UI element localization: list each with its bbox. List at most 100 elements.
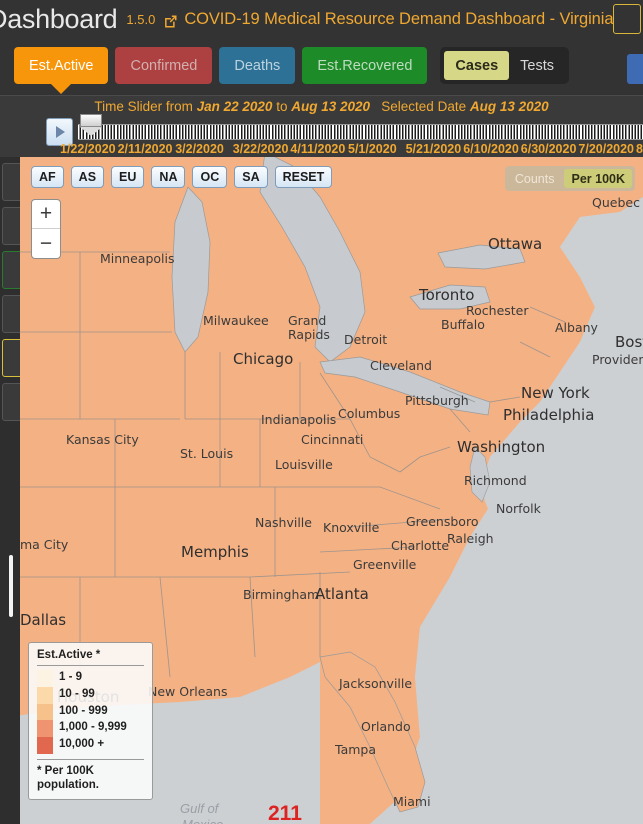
- slider-tick-label: 1/22/2020: [60, 141, 116, 156]
- map-city-label: Miami: [393, 794, 431, 809]
- map-city-label: Washington: [457, 438, 546, 456]
- continent-button-as[interactable]: AS: [70, 166, 105, 188]
- map-city-label: Pittsburgh: [405, 393, 469, 408]
- legend-swatch: [37, 737, 53, 754]
- slider-caption-prefix: Time Slider from: [94, 99, 193, 114]
- map-city-label: Ottawa: [488, 235, 543, 253]
- continent-button-na[interactable]: NA: [151, 166, 186, 188]
- slider-tick-label: 6/30/2020: [520, 141, 577, 156]
- side-card[interactable]: [2, 163, 20, 201]
- map-overlay-value: 211: [268, 802, 302, 824]
- map-city-label: Indianapolis: [261, 412, 337, 427]
- external-link-icon[interactable]: [163, 14, 178, 29]
- continent-button-sa[interactable]: SA: [234, 166, 268, 188]
- legend-row-label: 10,000 +: [59, 738, 105, 751]
- map-city-label: Minneapolis: [100, 251, 175, 266]
- legend-swatch: [37, 720, 53, 738]
- legend-labels: 1 - 9 10 - 99 100 - 999 1,000 - 9,999 10,000…: [37, 669, 144, 753]
- tab-label: Confirmed: [130, 57, 198, 74]
- legend-title: Est.Active *: [37, 649, 144, 667]
- legend-color-ramp: [37, 670, 53, 754]
- toggle-cases[interactable]: Cases: [444, 51, 510, 80]
- continent-button-reset[interactable]: RESET: [274, 166, 333, 188]
- map-city-label: St. Louis: [180, 446, 234, 461]
- map-city-label: Charlotte: [391, 538, 450, 553]
- slider-handle-pointer: [80, 127, 102, 136]
- side-card[interactable]: [2, 251, 20, 289]
- tab-est-active[interactable]: Est.Active: [14, 47, 109, 84]
- play-icon: [56, 126, 65, 138]
- scale-toggle: Counts Per 100K: [504, 166, 635, 191]
- tab-est-recovered[interactable]: Est.Recovered: [302, 47, 428, 84]
- side-card[interactable]: [2, 207, 20, 245]
- choropleth-map[interactable]: Quebec Ottawa Minneapolis Toronto Rochester A…: [20, 157, 643, 824]
- map-city-label: Nashville: [255, 515, 312, 530]
- tab-deaths[interactable]: Deaths: [219, 47, 296, 84]
- slider-tick-label: 2/11/2020: [117, 141, 173, 156]
- map-city-label: Tampa: [335, 742, 376, 757]
- map-city-label: Columbus: [338, 406, 401, 421]
- map-city-label: Chicago: [233, 350, 294, 368]
- continent-filter-bar: AF AS EU NA OC SA RESET: [31, 166, 333, 188]
- continent-button-eu[interactable]: EU: [111, 166, 145, 188]
- tab-confirmed[interactable]: Confirmed: [115, 47, 213, 84]
- continent-button-oc[interactable]: OC: [192, 166, 228, 188]
- map-legend: Est.Active * 1 - 9 10 - 99 100 - 999 1,000 …: [28, 642, 153, 800]
- header-menu-button[interactable]: [613, 4, 641, 34]
- map-city-label: Greensboro: [406, 514, 479, 529]
- zoom-in-button[interactable]: +: [32, 200, 60, 229]
- slider-start-date: Jan 22 2020: [196, 99, 273, 114]
- tab-label: Est.Recovered: [317, 57, 413, 74]
- toggle-counts[interactable]: Counts: [508, 169, 562, 188]
- map-city-label: Knoxville: [323, 520, 380, 535]
- time-slider-tick-labels: 1/22/2020 2/11/2020 3/2/2020 3/22/2020 4/11/…: [0, 140, 643, 157]
- map-zoom-control: + −: [31, 199, 61, 259]
- map-city-label: Richmond: [464, 473, 527, 488]
- selected-date-label: Selected Date: [381, 99, 467, 114]
- map-water-label: Gulf of: [180, 801, 219, 816]
- legend-footnote-line1: * Per 100K: [37, 765, 94, 777]
- slider-tick-label: 3/22/2020: [232, 141, 289, 156]
- dashboard-link[interactable]: COVID-19 Medical Resource Demand Dashboa…: [184, 10, 613, 29]
- map-city-label: Buffalo: [441, 317, 485, 332]
- cases-tests-toggle: Cases Tests: [440, 47, 569, 84]
- map-city-label: Providence: [592, 352, 643, 367]
- metric-tab-bar: Est.Active Confirmed Deaths Est.Recovere…: [0, 39, 643, 95]
- slider-end-date: Aug 13 2020: [291, 99, 371, 114]
- slider-tick-label: 8/9/2020: [636, 141, 643, 156]
- tab-label: Est.Active: [29, 57, 94, 74]
- slider-handle-knob: [80, 114, 102, 127]
- map-city-label: Philadelphia: [503, 406, 595, 424]
- side-panel-scrollbar[interactable]: [9, 555, 13, 617]
- slider-tick-label: 5/1/2020: [348, 141, 397, 156]
- map-city-label: Memphis: [181, 543, 249, 561]
- map-city-label: ma City: [20, 537, 69, 552]
- time-slider-handle[interactable]: [80, 114, 102, 136]
- time-slider-caption: Time Slider from Jan 22 2020 to Aug 13 2…: [0, 99, 643, 114]
- continent-button-af[interactable]: AF: [31, 166, 64, 188]
- tabbar-overflow-chip[interactable]: [627, 54, 643, 84]
- side-card-selected[interactable]: [2, 339, 20, 377]
- toggle-tests[interactable]: Tests: [509, 51, 565, 80]
- toggle-per-100k[interactable]: Per 100K: [564, 169, 632, 188]
- slider-caption-mid: to: [276, 99, 288, 114]
- side-card[interactable]: [2, 383, 20, 421]
- legend-swatch: [37, 703, 53, 721]
- map-city-label: Raleigh: [447, 531, 494, 546]
- selected-date-value: Aug 13 2020: [469, 99, 549, 114]
- legend-row-label: 10 - 99: [59, 687, 95, 700]
- slider-tick-label: 4/11/2020: [290, 141, 346, 156]
- map-city-label: Kansas City: [66, 432, 139, 447]
- map-city-label: Cleveland: [370, 358, 432, 373]
- zoom-out-button[interactable]: −: [32, 229, 60, 258]
- dashboard-root: Dashboard 1.5.0 COVID-19 Medical Resourc…: [0, 0, 643, 824]
- map-city-label: New Orleans: [148, 684, 228, 699]
- map-city-label: Atlanta: [315, 585, 369, 603]
- time-slider-track[interactable]: [78, 124, 643, 140]
- map-city-label: Norfolk: [496, 501, 541, 516]
- map-city-label: Milwaukee: [203, 313, 269, 328]
- slider-tick-label: 3/2/2020: [175, 141, 224, 156]
- app-version: 1.5.0: [126, 12, 156, 27]
- side-card[interactable]: [2, 295, 20, 333]
- slider-tick-label: 7/20/2020: [578, 141, 634, 156]
